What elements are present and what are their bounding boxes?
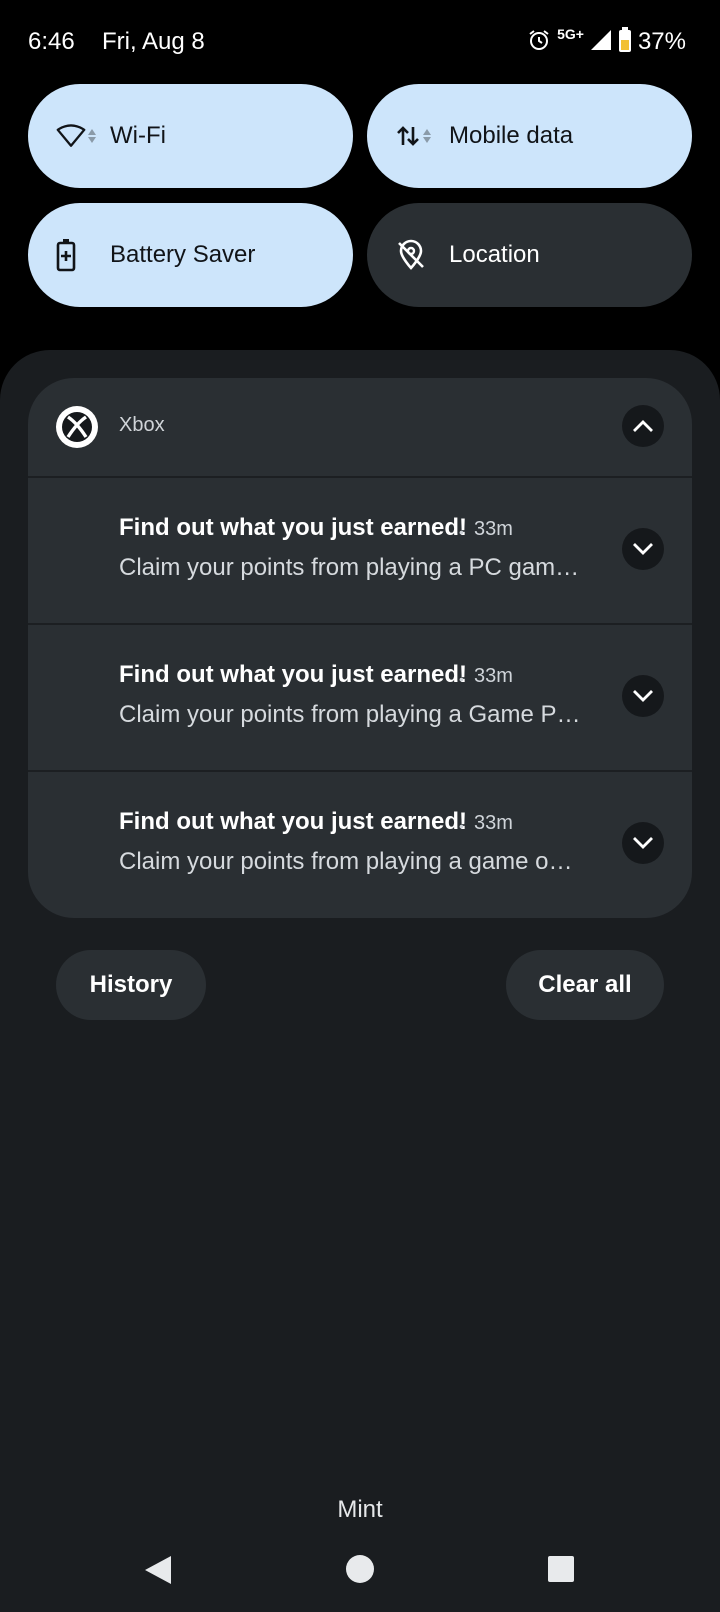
tile-battery-saver[interactable]: Battery Saver [28, 203, 353, 307]
battery-percent: 37% [637, 28, 686, 55]
chevron-down-icon [633, 543, 653, 555]
clear-all-button[interactable]: Clear all [506, 950, 664, 1020]
xbox-icon [56, 406, 98, 448]
status-time: 6:46 [28, 28, 75, 55]
expand-button[interactable] [622, 675, 664, 717]
notification-separator: • [459, 524, 464, 540]
notification-group-header[interactable]: Xbox [28, 378, 692, 476]
notification-time: 33m [474, 518, 513, 540]
app-name: Xbox [119, 414, 165, 436]
notification-title: Find out what you just earned! [119, 514, 467, 541]
notification-title: Find out what you just earned! [119, 808, 467, 835]
notification-separator: • [459, 671, 464, 687]
history-button[interactable]: History [56, 950, 206, 1020]
tile-wifi[interactable]: Wi-Fi [28, 84, 353, 188]
recents-icon [548, 1556, 574, 1582]
status-icons: 5G+ 37% [527, 26, 686, 58]
back-icon [145, 1556, 171, 1584]
chevron-up-icon [633, 420, 653, 432]
notification-time: 33m [474, 665, 513, 687]
wifi-icon [56, 116, 96, 156]
tile-label: Battery Saver [110, 241, 256, 268]
carrier-label: Mint [337, 1496, 383, 1523]
home-icon [346, 1555, 374, 1583]
status-bar: 6:46 Fri, Aug 8 5G+ 37% [0, 0, 720, 86]
tile-mobile-data[interactable]: Mobile data [367, 84, 692, 188]
notification-item[interactable]: Find out what you just earned! • 33m Cla… [28, 478, 692, 623]
collapse-button[interactable] [622, 405, 664, 447]
home-button[interactable] [345, 1554, 375, 1589]
notification-separator: • [459, 818, 464, 834]
notification-body: Claim your points from playing a Game P… [119, 701, 581, 728]
notification-title: Find out what you just earned! [119, 661, 467, 688]
navigation-bar [0, 1540, 720, 1612]
notification-group-xbox[interactable]: Xbox Find out what you just earned! • 33… [28, 378, 692, 918]
recents-button[interactable] [548, 1556, 574, 1587]
notification-body: Claim your points from playing a PC gam… [119, 554, 580, 581]
tile-label: Wi-Fi [110, 122, 166, 149]
signal-icon [590, 29, 612, 56]
location-off-icon [395, 235, 435, 275]
chevron-down-icon [633, 690, 653, 702]
back-button[interactable] [143, 1554, 173, 1591]
tile-label: Location [449, 241, 540, 268]
battery-saver-icon [56, 235, 96, 275]
battery-icon [618, 26, 632, 58]
mobile-data-icon [395, 116, 435, 156]
notification-body: Claim your points from playing a game o… [119, 848, 573, 875]
network-type: 5G+ [557, 26, 584, 42]
notification-item[interactable]: Find out what you just earned! • 33m Cla… [28, 625, 692, 770]
status-date: Fri, Aug 8 [102, 28, 205, 55]
notification-item[interactable]: Find out what you just earned! • 33m Cla… [28, 772, 692, 917]
expand-button[interactable] [622, 528, 664, 570]
tile-location[interactable]: Location [367, 203, 692, 307]
expand-button[interactable] [622, 822, 664, 864]
tile-label: Mobile data [449, 122, 574, 149]
notification-time: 33m [474, 812, 513, 834]
chevron-down-icon [633, 837, 653, 849]
alarm-icon [527, 28, 551, 57]
